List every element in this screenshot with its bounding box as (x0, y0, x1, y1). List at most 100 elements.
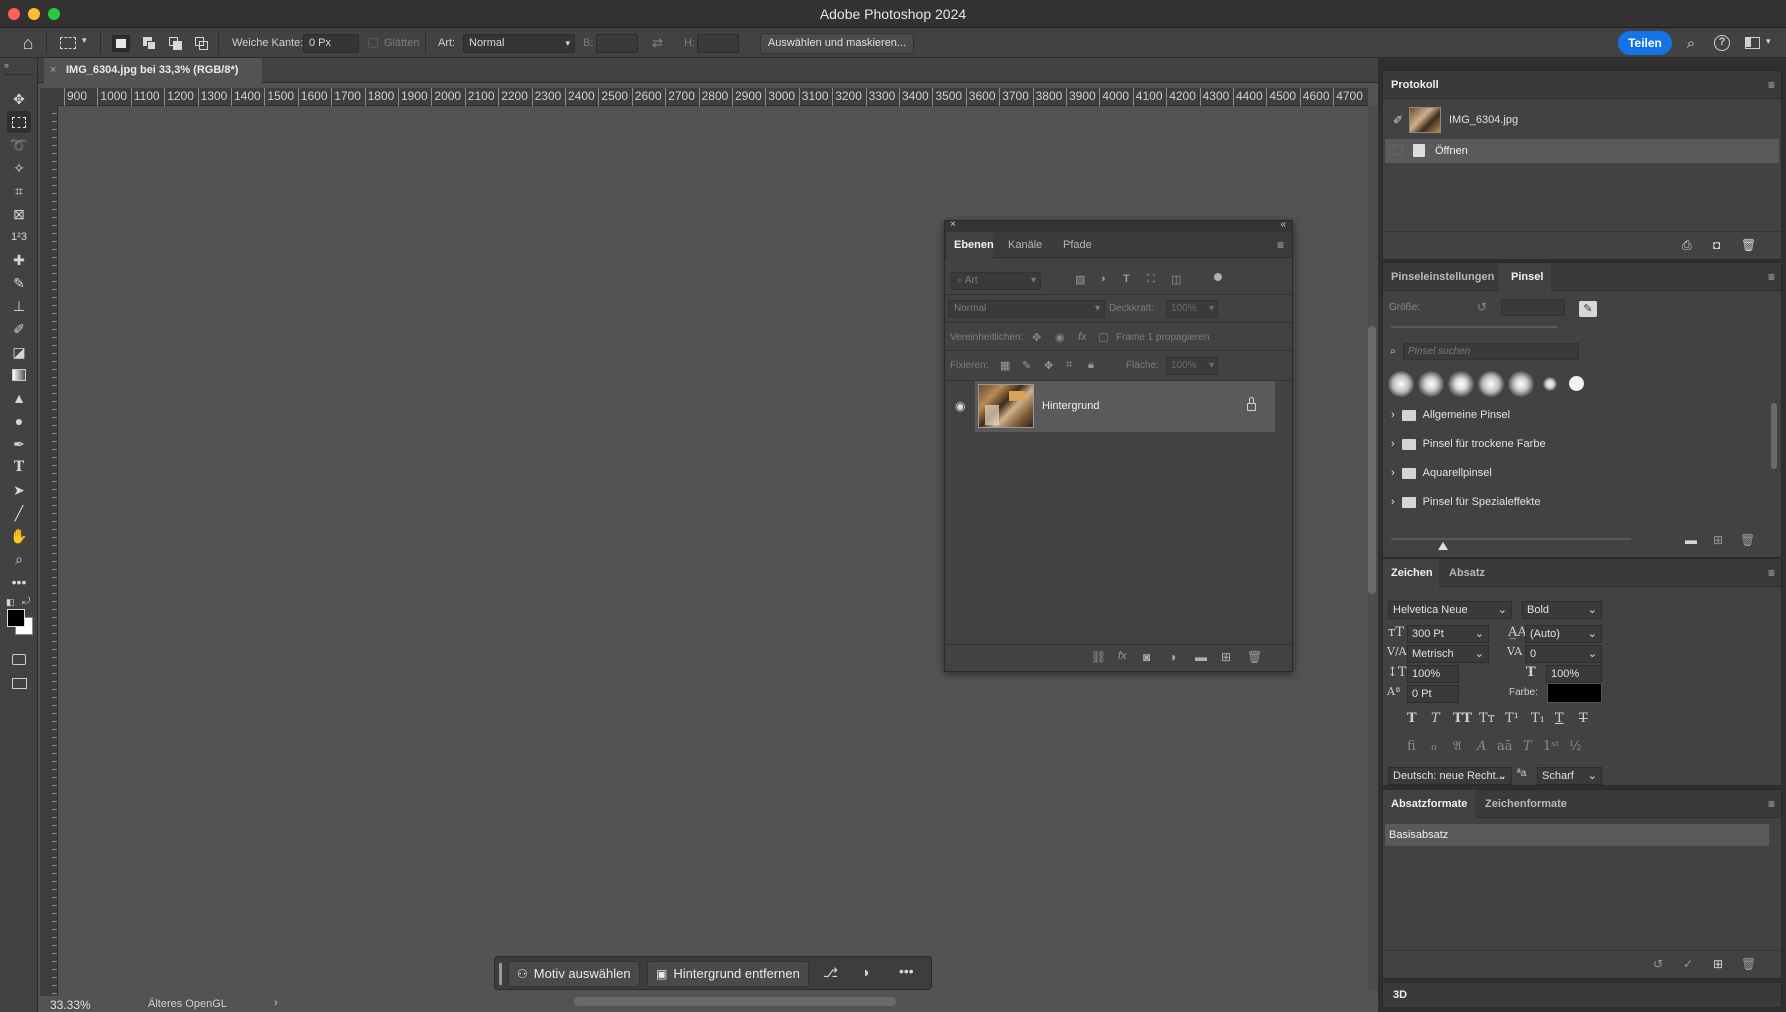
brush-list-scrollbar[interactable] (1771, 403, 1777, 469)
layer-name[interactable]: Hintergrund (1042, 400, 1099, 412)
home-icon[interactable]: ⌂ (16, 33, 40, 53)
screen-mode-icon[interactable] (7, 672, 31, 694)
blur-tool-icon[interactable]: ▲ (7, 387, 31, 409)
default-colors-icon[interactable]: ◧ (6, 597, 15, 608)
3d-panel-tab[interactable]: 3D (1382, 982, 1782, 1008)
layer-lock-icon[interactable] (1247, 403, 1256, 411)
magic-wand-tool-icon[interactable]: ✧ (7, 157, 31, 179)
tab-character-styles[interactable]: Zeichenformate (1485, 798, 1567, 810)
gradient-tool-icon[interactable] (7, 364, 31, 386)
frame-tool-icon[interactable]: ⊠ (7, 203, 31, 225)
unify-position-icon[interactable]: ✥ (1032, 331, 1041, 344)
unify-visibility-icon[interactable]: ◉ (1055, 331, 1065, 344)
brush-tool-icon[interactable]: ✎ (7, 272, 31, 294)
style-select[interactable]: Normal ▾ (463, 34, 575, 53)
faux-bold-icon[interactable]: T (1407, 711, 1417, 726)
size-slider[interactable] (1391, 326, 1557, 328)
new-document-from-state-icon[interactable]: ⎙ (1682, 238, 1692, 253)
blend-mode-select[interactable]: Normal ▾ (948, 300, 1105, 318)
lock-image-icon[interactable]: ✎ (1022, 359, 1031, 372)
brush-folder[interactable]: › Allgemeine Pinsel (1385, 401, 1765, 429)
trash-icon[interactable]: 🗑︎ (1740, 533, 1755, 547)
dodge-tool-icon[interactable]: ● (7, 410, 31, 432)
help-icon[interactable]: ? (1714, 35, 1730, 51)
zoom-tool-icon[interactable]: ⌕ (7, 548, 31, 570)
tab-layers[interactable]: Ebenen (954, 232, 994, 258)
marquee-tool-icon[interactable] (7, 111, 31, 133)
new-layer-icon[interactable]: ⊞ (1221, 650, 1231, 664)
new-style-icon[interactable]: ⊞ (1713, 957, 1723, 971)
document-tab[interactable]: × IMG_6304.jpg bei 33,3% (RGB/8*) (44, 58, 262, 83)
history-item[interactable]: Öffnen (1385, 139, 1779, 163)
reset-icon[interactable]: ↺ (1477, 300, 1487, 314)
lasso-tool-icon[interactable]: ➰ (7, 134, 31, 156)
brush-preset[interactable] (1388, 371, 1414, 397)
transform-icon[interactable]: ⎇ (823, 965, 838, 981)
kerning-select[interactable]: Metrisch ⌄ (1407, 645, 1489, 663)
old-style-icon[interactable]: ℴ (1431, 739, 1437, 754)
propagate-checkbox[interactable] (1099, 333, 1108, 342)
brush-preset[interactable] (1478, 371, 1504, 397)
healing-brush-tool-icon[interactable]: ✚ (7, 249, 31, 271)
tab-brush-settings[interactable]: Pinseleinstellungen (1391, 271, 1494, 283)
tab-brushes[interactable]: Pinsel (1511, 271, 1543, 283)
tab-paragraph-styles[interactable]: Absatzformate (1391, 798, 1467, 810)
size-input[interactable] (1501, 299, 1565, 316)
chevron-right-icon[interactable]: › (274, 997, 278, 1009)
stylistic-alternates-icon[interactable]: A (1477, 739, 1486, 754)
swap-icon[interactable]: ⇄ (652, 35, 663, 51)
chevron-down-icon[interactable]: ▾ (82, 35, 87, 46)
paragraph-style-item[interactable]: Basisabsatz (1385, 824, 1769, 846)
remove-background-button[interactable]: ▣ Hintergrund entfernen (647, 961, 809, 987)
panel-menu-icon[interactable]: ≡ (1768, 78, 1775, 92)
pen-tool-icon[interactable]: ✒ (7, 433, 31, 455)
font-style-select[interactable]: Bold ⌄ (1522, 601, 1602, 619)
brush-preset[interactable] (1508, 371, 1534, 397)
adjustment-icon[interactable]: ◑ (861, 964, 869, 980)
snapshot-name[interactable]: IMG_6304.jpg (1449, 114, 1518, 126)
history-brush-source-icon[interactable]: ✐ (1393, 113, 1403, 127)
history-brush-tool-icon[interactable]: ✐ (7, 318, 31, 340)
more-options-icon[interactable]: ••• (899, 963, 914, 979)
ordinals-icon[interactable]: 1ˢᵗ (1543, 739, 1559, 754)
chevron-down-icon[interactable]: ▾ (1766, 36, 1771, 47)
brush-preset[interactable] (1543, 377, 1557, 391)
preview-size-slider[interactable] (1391, 538, 1631, 540)
contextual-icon[interactable]: T (1523, 739, 1532, 754)
underline-icon[interactable]: T (1555, 711, 1564, 726)
brush-folder[interactable]: › Pinsel für trockene Farbe (1385, 430, 1765, 458)
fractions-icon[interactable]: ½ (1569, 739, 1582, 754)
brush-edit-icon[interactable]: ✎ (1579, 301, 1597, 317)
folder-icon[interactable]: ▬ (1685, 533, 1697, 547)
small-caps-icon[interactable]: Tт (1479, 711, 1495, 726)
font-family-select[interactable]: Helvetica Neue ⌄ (1388, 601, 1512, 619)
filter-smart-object-icon[interactable]: ◫ (1171, 273, 1181, 286)
close-panel-icon[interactable]: × (950, 219, 956, 230)
path-selection-tool-icon[interactable]: ➤ (7, 479, 31, 501)
collapse-toolbar-icon[interactable]: » (4, 60, 9, 70)
search-icon[interactable]: ⌕ (1682, 34, 1700, 52)
all-caps-icon[interactable]: TT (1453, 711, 1472, 726)
feather-input[interactable]: 0 Px (303, 34, 359, 53)
opacity-input[interactable]: 100% ▾ (1166, 300, 1218, 318)
eye-icon[interactable]: ◉ (955, 399, 965, 413)
slider-thumb[interactable] (1438, 542, 1448, 550)
foreground-color-swatch[interactable] (7, 609, 25, 627)
tab-paragraph[interactable]: Absatz (1449, 567, 1485, 579)
swash-icon[interactable]: 𝔄 (1453, 739, 1462, 754)
brush-folder[interactable]: › Aquarellpinsel (1385, 459, 1765, 487)
horizontal-scale-input[interactable]: 100% (1546, 665, 1602, 683)
hand-tool-icon[interactable]: ✋ (7, 525, 31, 547)
type-tool-icon[interactable]: T (7, 456, 31, 478)
tab-channels[interactable]: Kanäle (1008, 232, 1042, 258)
fx-icon[interactable]: fx (1118, 650, 1127, 662)
eraser-tool-icon[interactable]: ◪ (7, 341, 31, 363)
crop-tool-icon[interactable]: ⌗ (7, 180, 31, 202)
collapse-panel-icon[interactable]: « (1280, 219, 1286, 230)
unify-style-icon[interactable]: fx (1078, 331, 1087, 343)
layer-filter-select[interactable]: ⌕ Art ▾ (951, 272, 1041, 290)
more-tools-icon[interactable]: ••• (7, 571, 31, 593)
select-and-mask-button[interactable]: Auswählen und maskieren... (760, 33, 914, 54)
antialias-select[interactable]: Scharf ⌄ (1537, 767, 1602, 785)
filter-pixel-icon[interactable]: ▨ (1075, 273, 1085, 286)
